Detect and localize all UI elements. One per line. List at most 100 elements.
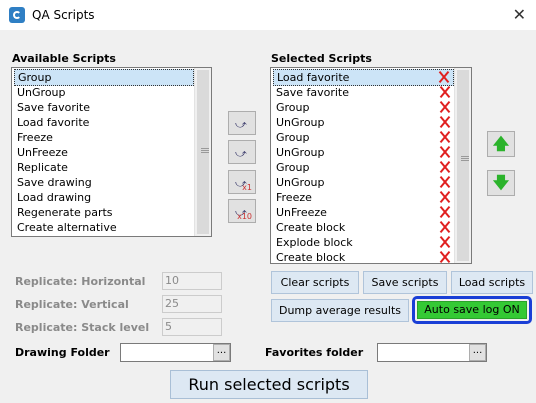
list-item[interactable]: Replicate [14, 160, 194, 175]
list-item[interactable]: Group [273, 100, 454, 115]
move-up-button[interactable]: 🡅 [487, 131, 515, 157]
remove-icon[interactable] [439, 220, 451, 234]
remove-icon[interactable] [439, 235, 451, 249]
list-item-label: Create block [276, 251, 346, 264]
list-item-label: Create block [17, 236, 86, 237]
list-item[interactable]: Save drawing [14, 175, 194, 190]
list-item[interactable]: UnGroup [14, 85, 194, 100]
list-item-label: UnGroup [276, 176, 325, 189]
list-item[interactable]: Group [14, 69, 194, 86]
remove-icon[interactable] [439, 130, 451, 144]
list-item[interactable]: Create block [273, 220, 454, 235]
app-icon [9, 7, 25, 23]
list-item-label: Regenerate parts [17, 206, 113, 219]
remove-icon[interactable] [439, 190, 451, 204]
available-scrollbar[interactable] [194, 68, 211, 236]
add-x10-button[interactable]: ⤻ x10 [228, 199, 256, 223]
remove-icon[interactable] [439, 145, 451, 159]
dump-average-results-button[interactable]: Dump average results [271, 299, 409, 322]
autosave-highlight: Auto save log ON [412, 296, 532, 324]
load-scripts-button[interactable]: Load scripts [451, 271, 533, 294]
move-down-button[interactable]: 🡇 [487, 170, 515, 196]
multiplier-label: x1 [242, 183, 252, 192]
list-item[interactable]: Freeze [273, 190, 454, 205]
list-item-label: Group [276, 161, 310, 174]
list-item[interactable]: Regenerate parts [14, 205, 194, 220]
list-item[interactable]: Group [273, 160, 454, 175]
remove-icon[interactable] [438, 70, 450, 84]
transfer-arrow-icon: ⤻ [235, 147, 247, 160]
list-item-label: Create alternative [17, 221, 117, 234]
favorites-folder-label: Favorites folder [265, 346, 364, 359]
save-scripts-button[interactable]: Save scripts [363, 271, 447, 294]
multiplier-label: x10 [237, 212, 252, 221]
list-item[interactable]: UnFreeze [14, 145, 194, 160]
list-item-label: Group [276, 131, 310, 144]
list-item[interactable]: Load favorite [14, 115, 194, 130]
list-item-label: Load favorite [17, 116, 90, 129]
replicate-stack-label: Replicate: Stack level [15, 321, 150, 334]
list-item[interactable]: UnFreeze [273, 205, 454, 220]
list-item-label: Save drawing [17, 176, 92, 189]
add-x1-button[interactable]: ⤻ x1 [228, 170, 256, 194]
list-item[interactable]: Freeze [14, 130, 194, 145]
remove-icon[interactable] [439, 205, 451, 219]
list-item[interactable]: UnGroup [273, 175, 454, 190]
available-scripts-list[interactable]: Group UnGroup Save favorite Load favorite Fr… [11, 67, 212, 237]
list-item[interactable]: Explode block [273, 235, 454, 250]
add-all-button[interactable]: ⤻ [228, 140, 256, 164]
list-item[interactable]: Load favorite [273, 69, 454, 86]
title-bar: QA Scripts ✕ [0, 0, 536, 30]
list-item[interactable]: Load drawing [14, 190, 194, 205]
scroll-thumb[interactable] [457, 70, 469, 261]
list-item-label: Save favorite [17, 101, 91, 114]
list-item[interactable]: UnGroup [273, 145, 454, 160]
list-item[interactable]: Save favorite [14, 100, 194, 115]
list-item-label: Group [18, 71, 52, 84]
favorites-folder-browse-button[interactable]: ... [469, 344, 486, 361]
list-item-label: UnFreeze [17, 146, 68, 159]
arrow-up-icon: 🡅 [492, 134, 510, 153]
list-item-label: Save favorite [276, 86, 350, 99]
list-item[interactable]: Group [273, 130, 454, 145]
scroll-thumb[interactable] [197, 70, 209, 234]
list-item-label: Load drawing [17, 191, 92, 204]
add-one-button[interactable]: ⤻ [228, 111, 256, 135]
transfer-arrow-icon: ⤻ [235, 118, 247, 131]
selected-scrollbar[interactable] [454, 68, 471, 263]
remove-icon[interactable] [439, 85, 451, 99]
list-item-label: UnGroup [276, 116, 325, 129]
list-item-label: Freeze [17, 131, 53, 144]
list-item-label: Freeze [276, 191, 312, 204]
list-item[interactable]: Create alternative [14, 220, 194, 235]
clear-scripts-button[interactable]: Clear scripts [271, 271, 359, 294]
list-item-label: Explode block [276, 236, 353, 249]
available-scripts-label: Available Scripts [12, 52, 116, 65]
list-item-label: Create block [276, 221, 346, 234]
list-item[interactable]: Create block [14, 235, 194, 237]
remove-icon[interactable] [439, 250, 451, 263]
list-item-label: UnGroup [276, 146, 325, 159]
replicate-horizontal-label: Replicate: Horizontal [15, 275, 146, 288]
drawing-folder-browse-button[interactable]: ... [213, 344, 230, 361]
remove-icon[interactable] [439, 100, 451, 114]
list-item-label: Replicate [17, 161, 68, 174]
remove-icon[interactable] [439, 160, 451, 174]
remove-icon[interactable] [439, 175, 451, 189]
list-item[interactable]: UnGroup [273, 115, 454, 130]
list-item-label: Load favorite [277, 71, 350, 84]
remove-icon[interactable] [439, 115, 451, 129]
replicate-horizontal-input[interactable]: 10 [162, 272, 222, 290]
run-selected-scripts-button[interactable]: Run selected scripts [170, 370, 368, 399]
close-icon[interactable]: ✕ [513, 5, 526, 24]
list-item[interactable]: Create block [273, 250, 454, 264]
drawing-folder-label: Drawing Folder [15, 346, 110, 359]
selected-scripts-list[interactable]: Load favorite Save favorite Group UnGroup Gr… [270, 67, 472, 264]
list-item-label: Group [276, 101, 310, 114]
list-item[interactable]: Save favorite [273, 85, 454, 100]
replicate-stack-input[interactable]: 5 [162, 318, 222, 336]
list-item-label: UnGroup [17, 86, 66, 99]
replicate-vertical-input[interactable]: 25 [162, 295, 222, 313]
auto-save-log-toggle[interactable]: Auto save log ON [417, 301, 527, 319]
list-item-label: UnFreeze [276, 206, 327, 219]
